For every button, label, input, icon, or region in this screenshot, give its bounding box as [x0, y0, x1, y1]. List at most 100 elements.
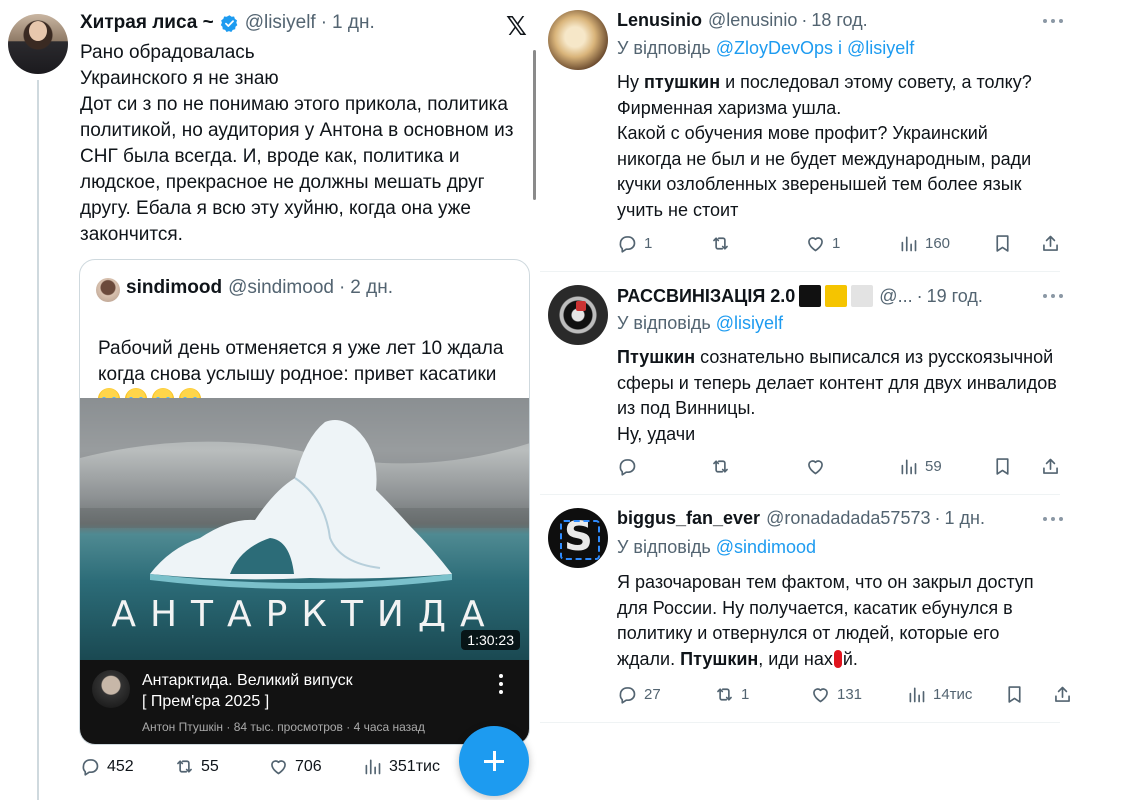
tweet-text: Рано обрадовалась Украинского я не знаю … — [80, 42, 514, 245]
like-button[interactable] — [805, 456, 832, 477]
reply-count: 1 — [644, 235, 653, 252]
author-handle[interactable]: @lenusinio — [708, 10, 797, 31]
reply-text-bold: Птушкин — [680, 648, 759, 669]
reply-text-bold: птушкин — [644, 72, 721, 92]
timestamp[interactable]: 1 дн. — [332, 12, 375, 34]
more-vertical-icon[interactable] — [498, 674, 504, 696]
reply-mentions[interactable]: @sindimood — [716, 537, 816, 557]
replying-prefix: У відповідь — [617, 38, 711, 58]
like-button[interactable]: 131 — [810, 684, 862, 705]
reply-header: biggus_fan_ever @ronadadada57573 · 1 дн. — [617, 508, 985, 529]
like-button[interactable]: 706 — [268, 756, 322, 777]
censor-mark — [833, 649, 842, 668]
video-meta: Антон Птушкін · 84 тыс. просмотров · 4 ч… — [142, 720, 425, 734]
more-icon[interactable] — [1043, 19, 1063, 23]
reply-mentions[interactable]: @ZloyDevOps і @lisiyelf — [716, 38, 915, 58]
quoted-tweet[interactable]: sindimood @sindimood · 2 дн. Рабочий ден… — [79, 259, 530, 745]
views-icon — [365, 759, 381, 775]
more-icon[interactable] — [1043, 294, 1063, 298]
like-button[interactable]: 1 — [805, 233, 840, 254]
author-name[interactable]: biggus_fan_ever — [617, 508, 760, 529]
separator-dot: · — [338, 277, 346, 298]
retweet-button[interactable] — [710, 233, 737, 254]
retweet-icon — [713, 460, 728, 473]
author-handle[interactable]: @... — [879, 286, 912, 307]
bookmark-icon — [996, 235, 1009, 252]
yellow-square-icon — [825, 285, 848, 307]
thread-line — [37, 80, 39, 800]
video-title[interactable]: Антарктида. Великий випуск [ Прем'єра 20… — [142, 670, 472, 712]
bookmark-icon — [996, 458, 1009, 475]
avatar[interactable] — [96, 278, 120, 302]
views-button[interactable]: 160 — [898, 233, 950, 254]
reply-text: Птушкин сознательно выписался из русскоя… — [617, 345, 1057, 447]
views-count: 14тис — [933, 686, 973, 703]
bookmark-button[interactable] — [1004, 684, 1031, 705]
avatar[interactable] — [548, 508, 608, 568]
quote-author-name[interactable]: sindimood — [126, 277, 222, 299]
channel-avatar[interactable] — [92, 670, 130, 708]
reply-button[interactable] — [617, 456, 644, 477]
views-button[interactable]: 14тис — [906, 684, 972, 705]
timestamp[interactable]: 1 дн. — [944, 508, 984, 529]
share-icon — [1043, 458, 1058, 474]
quote-author-handle[interactable]: @sindimood — [228, 277, 334, 299]
timestamp[interactable]: 18 год. — [811, 10, 867, 31]
quote-header: sindimood @sindimood · 2 дн. — [126, 277, 393, 299]
reply-button[interactable]: 27 — [617, 684, 661, 705]
views-button[interactable]: 351тис — [362, 756, 440, 777]
reply-header: РАССВИНІЗАЦІЯ 2.0 @... · 19 год. — [617, 285, 983, 307]
bookmark-button[interactable] — [992, 456, 1019, 477]
compose-plus-icon[interactable] — [459, 726, 529, 796]
reply-button[interactable]: 1 — [617, 233, 652, 254]
verified-badge-icon — [220, 14, 238, 32]
like-count: 131 — [837, 686, 863, 703]
bookmark-icon — [1008, 686, 1021, 703]
views-count: 160 — [925, 235, 951, 252]
author-name[interactable]: РАССВИНІЗАЦІЯ 2.0 — [617, 286, 795, 307]
bookmark-button[interactable] — [992, 233, 1019, 254]
like-count: 1 — [832, 235, 841, 252]
separator-dot: · — [320, 12, 328, 33]
reply-header: Lenusinio @lenusinio · 18 год. — [617, 10, 868, 31]
avatar[interactable] — [548, 10, 608, 70]
quote-text-body: Рабочий день отменяется я уже лет 10 жда… — [98, 338, 504, 385]
reply-button[interactable]: 452 — [80, 756, 134, 777]
main-tweet-panel: Хитрая лиса ~ @lisiyelf · 1 дн. 𝕏 Рано о… — [0, 0, 540, 800]
video-embed[interactable]: АНТАРКТИДА 1:30:23 Антарктида. Великий в… — [80, 398, 529, 744]
retweet-count: 55 — [201, 757, 219, 775]
quote-timestamp[interactable]: 2 дн. — [350, 277, 393, 299]
author-name[interactable]: Хитрая лиса ~ — [80, 12, 214, 34]
views-count: 59 — [925, 458, 942, 475]
author-handle[interactable]: @ronadadada57573 — [766, 508, 930, 529]
reply-text-part: и последовал этому совету, а толку? Фирм… — [617, 72, 1032, 220]
author-handle[interactable]: @lisiyelf — [245, 12, 316, 34]
share-button[interactable] — [1040, 456, 1067, 477]
share-icon — [1043, 235, 1058, 251]
like-count: 706 — [295, 757, 322, 775]
video-duration: 1:30:23 — [461, 630, 520, 650]
avatar[interactable] — [548, 285, 608, 345]
share-button[interactable] — [1040, 233, 1067, 254]
avatar[interactable] — [8, 14, 68, 74]
author-name[interactable]: Lenusinio — [617, 10, 702, 31]
views-button[interactable]: 59 — [898, 456, 942, 477]
reply-mentions[interactable]: @lisiyelf — [716, 313, 783, 333]
retweet-button[interactable]: 1 — [714, 684, 749, 705]
more-icon[interactable] — [1043, 517, 1063, 521]
video-thumbnail[interactable]: АНТАРКТИДА 1:30:23 — [80, 398, 529, 660]
divider — [540, 271, 1060, 272]
views-icon — [901, 236, 917, 252]
timestamp[interactable]: 19 год. — [927, 286, 983, 307]
reply-icon — [619, 459, 636, 476]
reply-text-part: Ну — [617, 72, 644, 92]
share-button[interactable] — [1052, 684, 1079, 705]
retweet-button[interactable] — [710, 456, 737, 477]
x-logo-icon[interactable]: 𝕏 — [506, 12, 527, 42]
retweet-button[interactable]: 55 — [174, 756, 219, 777]
divider — [540, 722, 1060, 723]
reply-text-part: й. — [842, 648, 858, 669]
views-count: 351тис — [389, 757, 440, 775]
scrollbar[interactable] — [533, 50, 536, 200]
reply-text-part: , иди нах — [758, 648, 833, 669]
